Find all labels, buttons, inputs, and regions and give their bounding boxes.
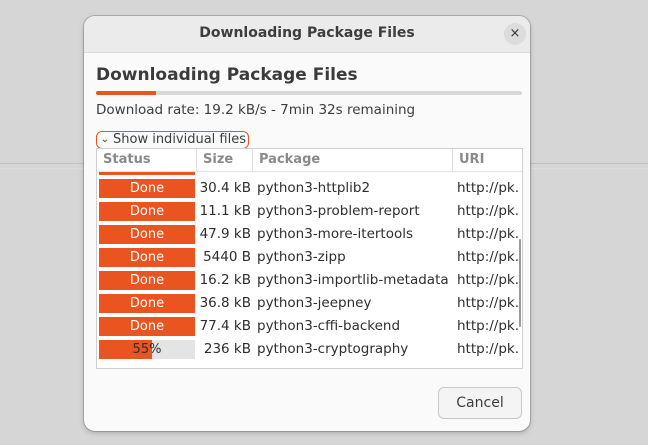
- package-cell: python3-importlib-metadata: [257, 272, 449, 288]
- expander-label: Show individual files: [113, 132, 247, 147]
- package-cell: python3-cffi-backend: [257, 318, 401, 334]
- table-row[interactable]: Done 36.8 kB python3-jeepney http://pk...: [97, 292, 522, 315]
- size-cell: 30.4 kB: [199, 180, 251, 196]
- column-header-package[interactable]: Package: [253, 149, 453, 171]
- show-individual-files-expander[interactable]: ⌄ Show individual files: [96, 131, 250, 149]
- uri-cell: http://pk...: [457, 272, 519, 288]
- package-cell: python3-cryptography: [257, 341, 409, 357]
- size-cell: 47.9 kB: [199, 226, 251, 242]
- status-progress: Done: [99, 179, 195, 198]
- status-label: Done: [129, 227, 165, 242]
- status-progress: Done: [99, 248, 195, 267]
- package-cell: python3-httplib2: [257, 180, 371, 196]
- file-list-scrollbar[interactable]: [519, 239, 521, 327]
- uri-cell: http://pk...: [457, 203, 519, 219]
- page-title: Downloading Package Files: [96, 65, 358, 85]
- uri-cell: http://pk...: [457, 295, 519, 311]
- table-row[interactable]: Done 47.9 kB python3-more-itertools http://…: [97, 223, 522, 246]
- status-progress: 55%: [99, 340, 195, 359]
- status-label: Done: [129, 181, 165, 196]
- status-label: Done: [129, 319, 165, 334]
- size-cell: 236 kB: [203, 341, 251, 357]
- package-cell: python3-jeepney: [257, 295, 372, 311]
- close-icon: ×: [509, 26, 521, 41]
- status-label: Done: [129, 204, 165, 219]
- status-progress: Done: [99, 202, 195, 221]
- file-list-header: Status Size Package URI: [97, 149, 522, 172]
- table-row[interactable]: 55% 236 kB python3-cryptography http://pk..…: [97, 338, 522, 361]
- size-cell: 11.1 kB: [199, 203, 251, 219]
- column-header-size[interactable]: Size: [197, 149, 253, 171]
- package-cell: python3-zipp: [257, 249, 346, 265]
- status-progress: Done: [99, 294, 195, 313]
- status-progress: Done: [99, 317, 195, 336]
- size-cell: 5440 B: [203, 249, 251, 265]
- file-list[interactable]: Done61.4 kBpython3-pyparsinghttp://pk...…: [96, 148, 523, 369]
- table-row[interactable]: Done 16.2 kB python3-importlib-metadata htt…: [97, 269, 522, 292]
- cancel-button[interactable]: Cancel: [438, 387, 522, 419]
- package-cell: python3-more-itertools: [257, 226, 414, 242]
- status-label: Done: [129, 296, 165, 311]
- uri-cell: http://pk...: [457, 249, 519, 265]
- download-dialog: Downloading Package Files × Downloading …: [84, 16, 530, 431]
- status-label: Done: [129, 250, 165, 265]
- download-rate-text: Download rate: 19.2 kB/s - 7min 32s rema…: [96, 102, 416, 118]
- file-rows: Done61.4 kBpython3-pyparsinghttp://pk...…: [97, 154, 522, 361]
- close-button[interactable]: ×: [504, 23, 526, 45]
- table-row[interactable]: Done 5440 B python3-zipp http://pk...: [97, 246, 522, 269]
- package-cell: python3-problem-report: [257, 203, 420, 219]
- table-row[interactable]: Done 11.1 kB python3-problem-report http://…: [97, 200, 522, 223]
- table-row[interactable]: Done 77.4 kB python3-cffi-backend http://pk…: [97, 315, 522, 338]
- uri-cell: http://pk...: [457, 341, 519, 357]
- overall-progress-fill: [96, 91, 156, 95]
- status-progress: Done: [99, 271, 195, 290]
- table-row[interactable]: Done 30.4 kB python3-httplib2 http://pk...: [97, 177, 522, 200]
- titlebar: Downloading Package Files ×: [84, 16, 530, 53]
- size-cell: 16.2 kB: [199, 272, 251, 288]
- uri-cell: http://pk...: [457, 180, 519, 196]
- status-label: 55%: [132, 342, 162, 357]
- column-header-status[interactable]: Status: [97, 149, 197, 171]
- column-header-uri[interactable]: URI: [453, 149, 522, 171]
- size-cell: 77.4 kB: [199, 318, 251, 334]
- uri-cell: http://pk...: [457, 318, 519, 334]
- status-label: Done: [129, 273, 165, 288]
- chevron-down-icon: ⌄: [100, 134, 110, 145]
- window-title: Downloading Package Files: [199, 25, 415, 41]
- status-progress: Done: [99, 225, 195, 244]
- uri-cell: http://pk...: [457, 226, 519, 242]
- overall-progress-bar: [96, 91, 522, 95]
- size-cell: 36.8 kB: [199, 295, 251, 311]
